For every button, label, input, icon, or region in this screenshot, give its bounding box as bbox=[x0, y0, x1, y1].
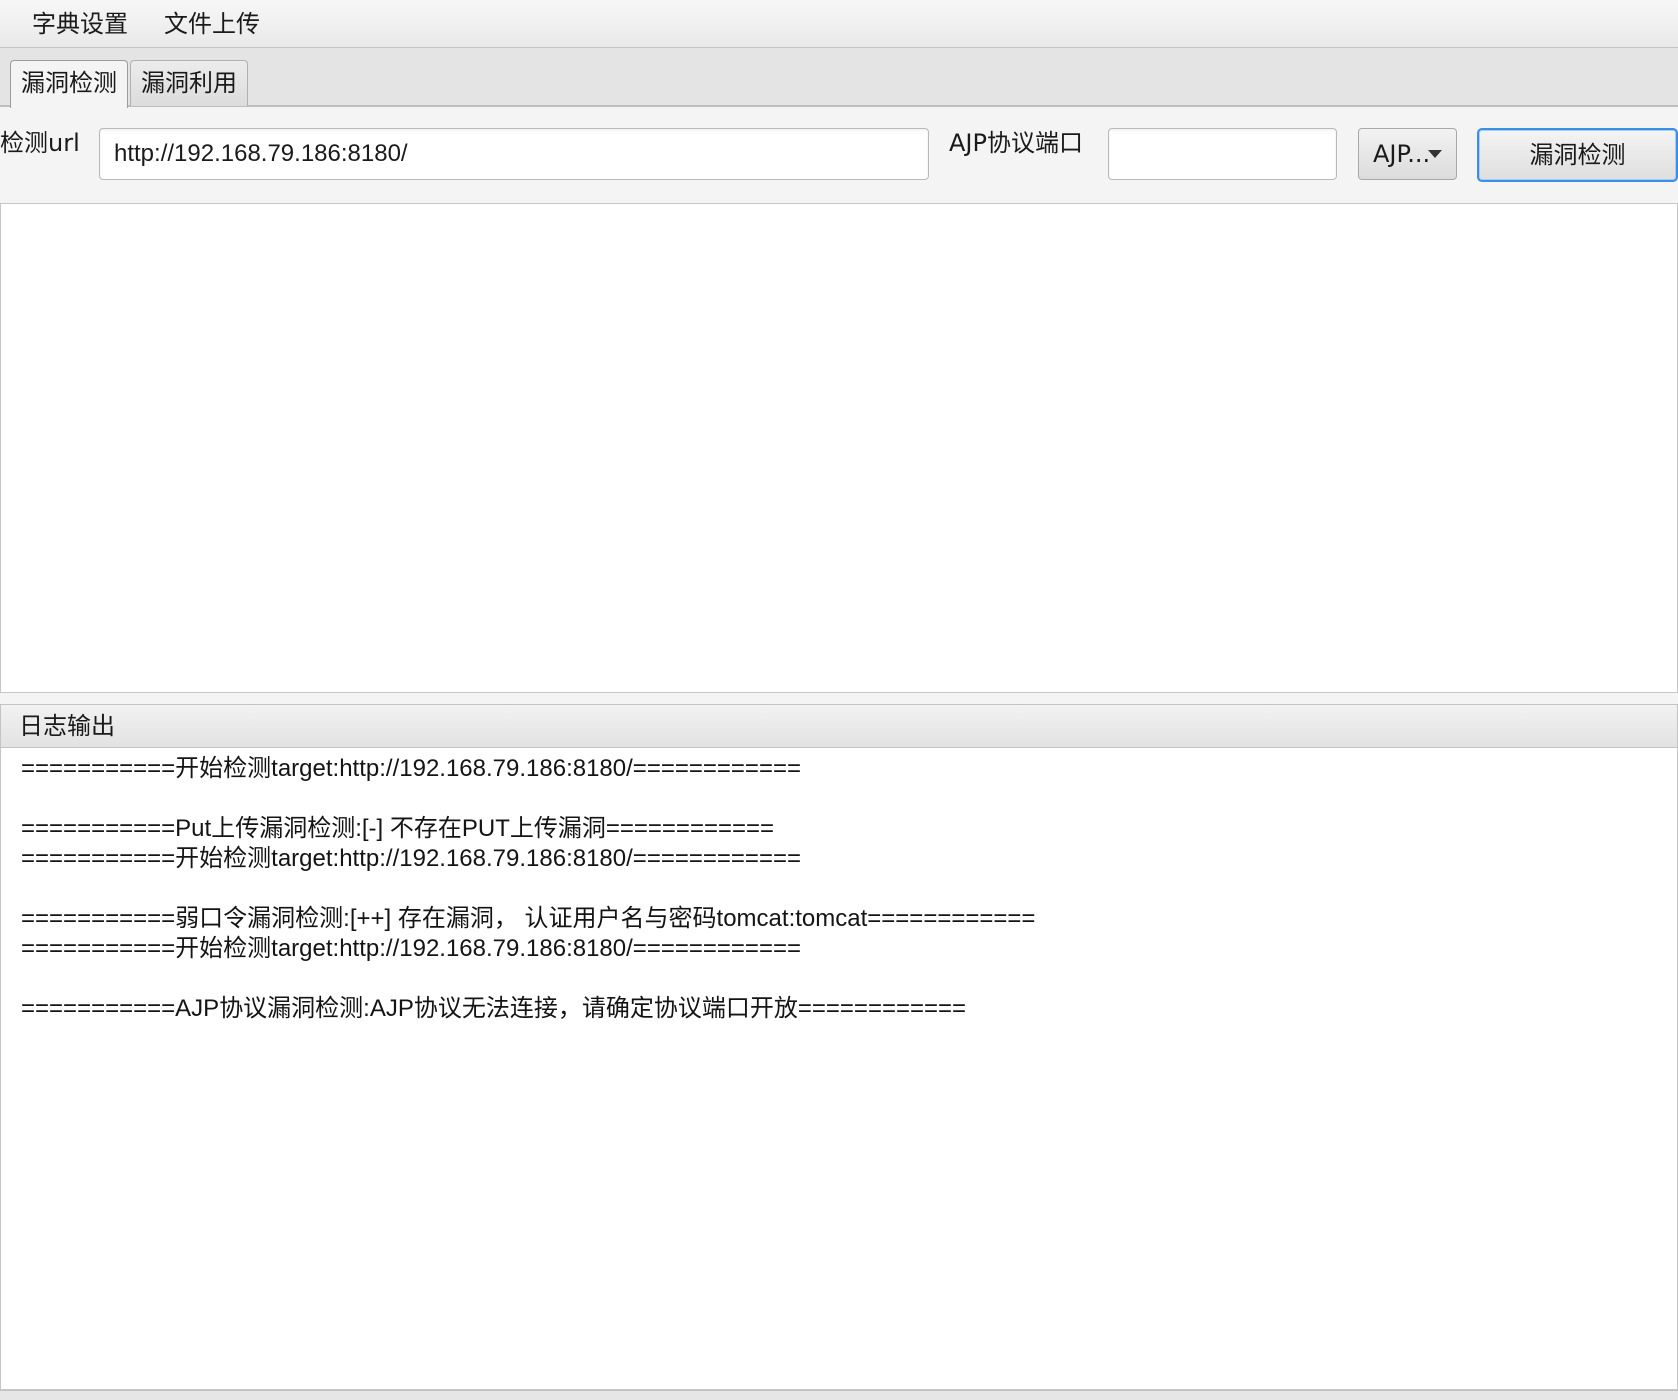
menu-file-upload[interactable]: 文件上传 bbox=[150, 8, 274, 40]
detect-button[interactable]: 漏洞检测 bbox=[1477, 128, 1678, 182]
log-pane-title[interactable]: 日志输出 bbox=[0, 704, 1678, 748]
log-line: ===========弱口令漏洞检测:[++] 存在漏洞， 认证用户名与密码to… bbox=[21, 905, 1036, 932]
ajp-port-input[interactable] bbox=[1108, 128, 1337, 180]
chevron-down-icon bbox=[1428, 150, 1442, 158]
tab-strip: 漏洞检测 漏洞利用 bbox=[0, 48, 1678, 108]
app-window: 字典设置 文件上传 漏洞检测 漏洞利用 检测url AJP协议端口 AJP...… bbox=[0, 0, 1678, 1400]
tab-vuln-exploit[interactable]: 漏洞利用 bbox=[130, 60, 248, 106]
log-text-area[interactable]: ===========开始检测target:http://192.168.79.… bbox=[0, 748, 1678, 1390]
menu-bar: 字典设置 文件上传 bbox=[0, 0, 1678, 48]
log-line: ===========开始检测target:http://192.168.79.… bbox=[21, 755, 801, 782]
vuln-type-select-value: AJP... bbox=[1373, 140, 1431, 168]
vuln-type-select[interactable]: AJP... bbox=[1358, 128, 1457, 180]
ajp-port-label: AJP协议端口 bbox=[949, 129, 1083, 157]
url-label: 检测url bbox=[0, 129, 80, 157]
bottom-edge bbox=[0, 1390, 1678, 1400]
result-text-area[interactable] bbox=[0, 203, 1678, 693]
log-line: ===========Put上传漏洞检测:[-] 不存在PUT上传漏洞=====… bbox=[21, 815, 775, 842]
menu-dictionary-settings[interactable]: 字典设置 bbox=[18, 8, 142, 40]
log-line: ===========开始检测target:http://192.168.79.… bbox=[21, 935, 801, 962]
url-input[interactable] bbox=[99, 128, 929, 180]
log-line: ===========开始检测target:http://192.168.79.… bbox=[21, 845, 801, 872]
log-line: ===========AJP协议漏洞检测:AJP协议无法连接，请确定协议端口开放… bbox=[21, 995, 967, 1022]
tab-vuln-detect[interactable]: 漏洞检测 bbox=[10, 60, 128, 108]
